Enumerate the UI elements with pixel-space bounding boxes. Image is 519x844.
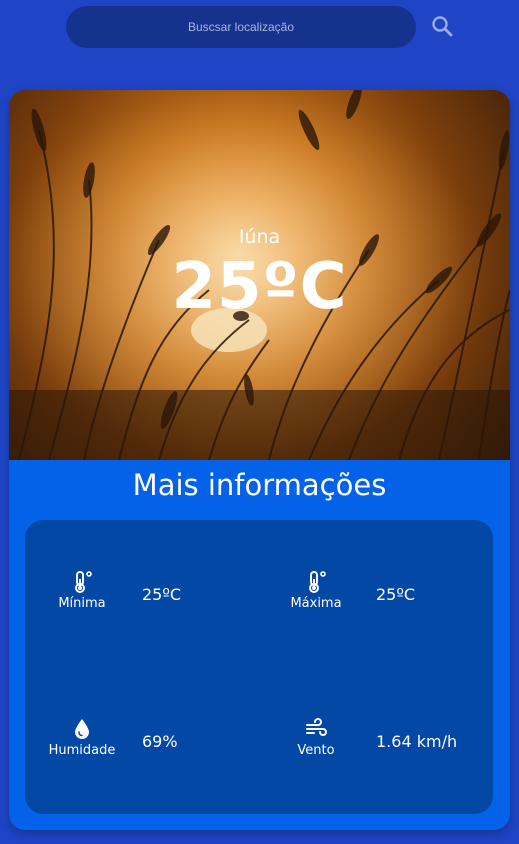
wind-label: Vento [297,743,335,758]
humidity-value: 69% [142,732,178,751]
humidity-stat: Humidade [42,717,122,758]
wind-stat: Vento [276,717,356,758]
water-drop-icon [75,719,89,739]
humidity-label: Humidade [48,743,116,758]
info-panel: Mínima 25ºC Máxima 25ºC Humidade 69% Ven… [25,520,493,814]
max-temp-value: 25ºC [376,585,416,604]
weather-card: Iúna 25ºC Mais informações Mínima 25ºC M… [9,90,510,830]
thermometer-icon [75,571,92,593]
weather-hero: Iúna 25ºC [9,90,510,460]
search-icon [432,16,453,37]
search-bar [66,6,416,48]
more-info-title: Mais informações [132,468,387,502]
max-temp-label: Máxima [290,596,342,611]
wind-value: 1.64 km/h [376,732,458,751]
min-temp-stat: Mínima [42,570,122,611]
min-temp-value: 25ºC [142,585,182,604]
thermometer-icon [309,571,326,593]
city-name: Iúna [238,226,281,248]
search-button[interactable] [430,14,454,38]
min-temp-label: Mínima [58,596,106,611]
max-temp-stat: Máxima [276,570,356,611]
wind-icon [306,718,327,736]
search-input[interactable] [66,6,416,48]
current-temperature: 25ºC [171,250,348,324]
